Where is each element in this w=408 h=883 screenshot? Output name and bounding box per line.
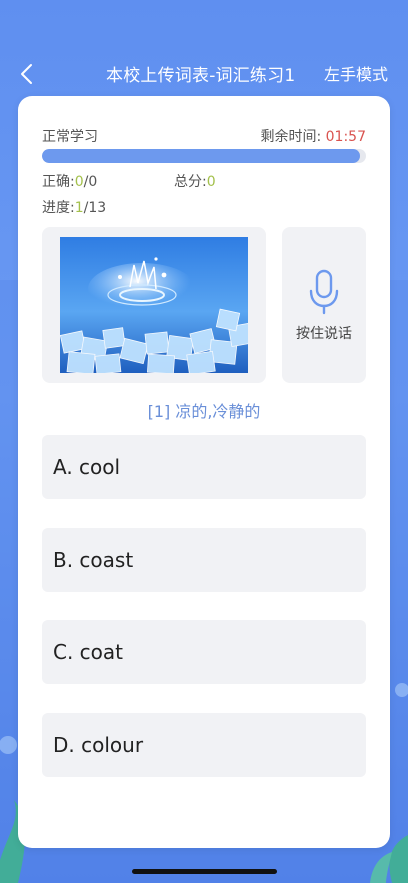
score-label: 总分: [174,174,207,190]
microphone-icon [309,269,339,315]
option-b[interactable]: B. coast [42,528,366,592]
stats-line-score: 正确:0/0 总分:0 [42,172,216,198]
page-title: 本校上传词表-词汇练习1 [106,66,296,86]
study-mode-label: 正常学习 [42,129,98,145]
stats-panel: 正确:0/0 总分:0 进度:1/13 [42,172,216,224]
remaining-time-value: 01:57 [325,129,366,145]
correct-total: /0 [83,174,98,190]
ice-water-image [60,237,248,373]
quiz-card: 正常学习 剩余时间: 01:57 正确:0/0 总分:0 进度:1/13 按住说… [18,96,390,848]
correct-label: 正确: [42,174,75,190]
hold-to-speak-label: 按住说话 [296,326,352,342]
left-hand-mode-button[interactable]: 左手模式 [324,61,388,85]
hold-to-speak-button[interactable]: 按住说话 [282,227,366,383]
stats-line-progress: 进度:1/13 [42,198,106,224]
total-score: 总分:0 [174,172,216,192]
home-indicator [132,869,277,874]
score-value: 0 [206,174,216,190]
time-progress-bar [42,149,366,163]
remaining-time: 剩余时间: 01:57 [260,126,366,146]
option-a[interactable]: A. cool [42,435,366,499]
option-d[interactable]: D. colour [42,713,366,777]
progress-label: 进度: [42,200,75,216]
option-c[interactable]: C. coat [42,620,366,684]
progress-total: /13 [83,200,107,216]
remaining-time-label: 剩余时间: [260,129,322,145]
progress-current: 1 [74,200,84,216]
app-header: 本校上传词表-词汇练习1 左手模式 [0,56,408,92]
time-progress-fill [42,149,360,163]
correct-value: 0 [74,174,84,190]
chevron-left-icon [21,64,32,84]
word-image-container [42,227,266,383]
question-text: [1] 凉的,冷静的 [147,402,261,421]
back-button[interactable] [14,62,38,86]
